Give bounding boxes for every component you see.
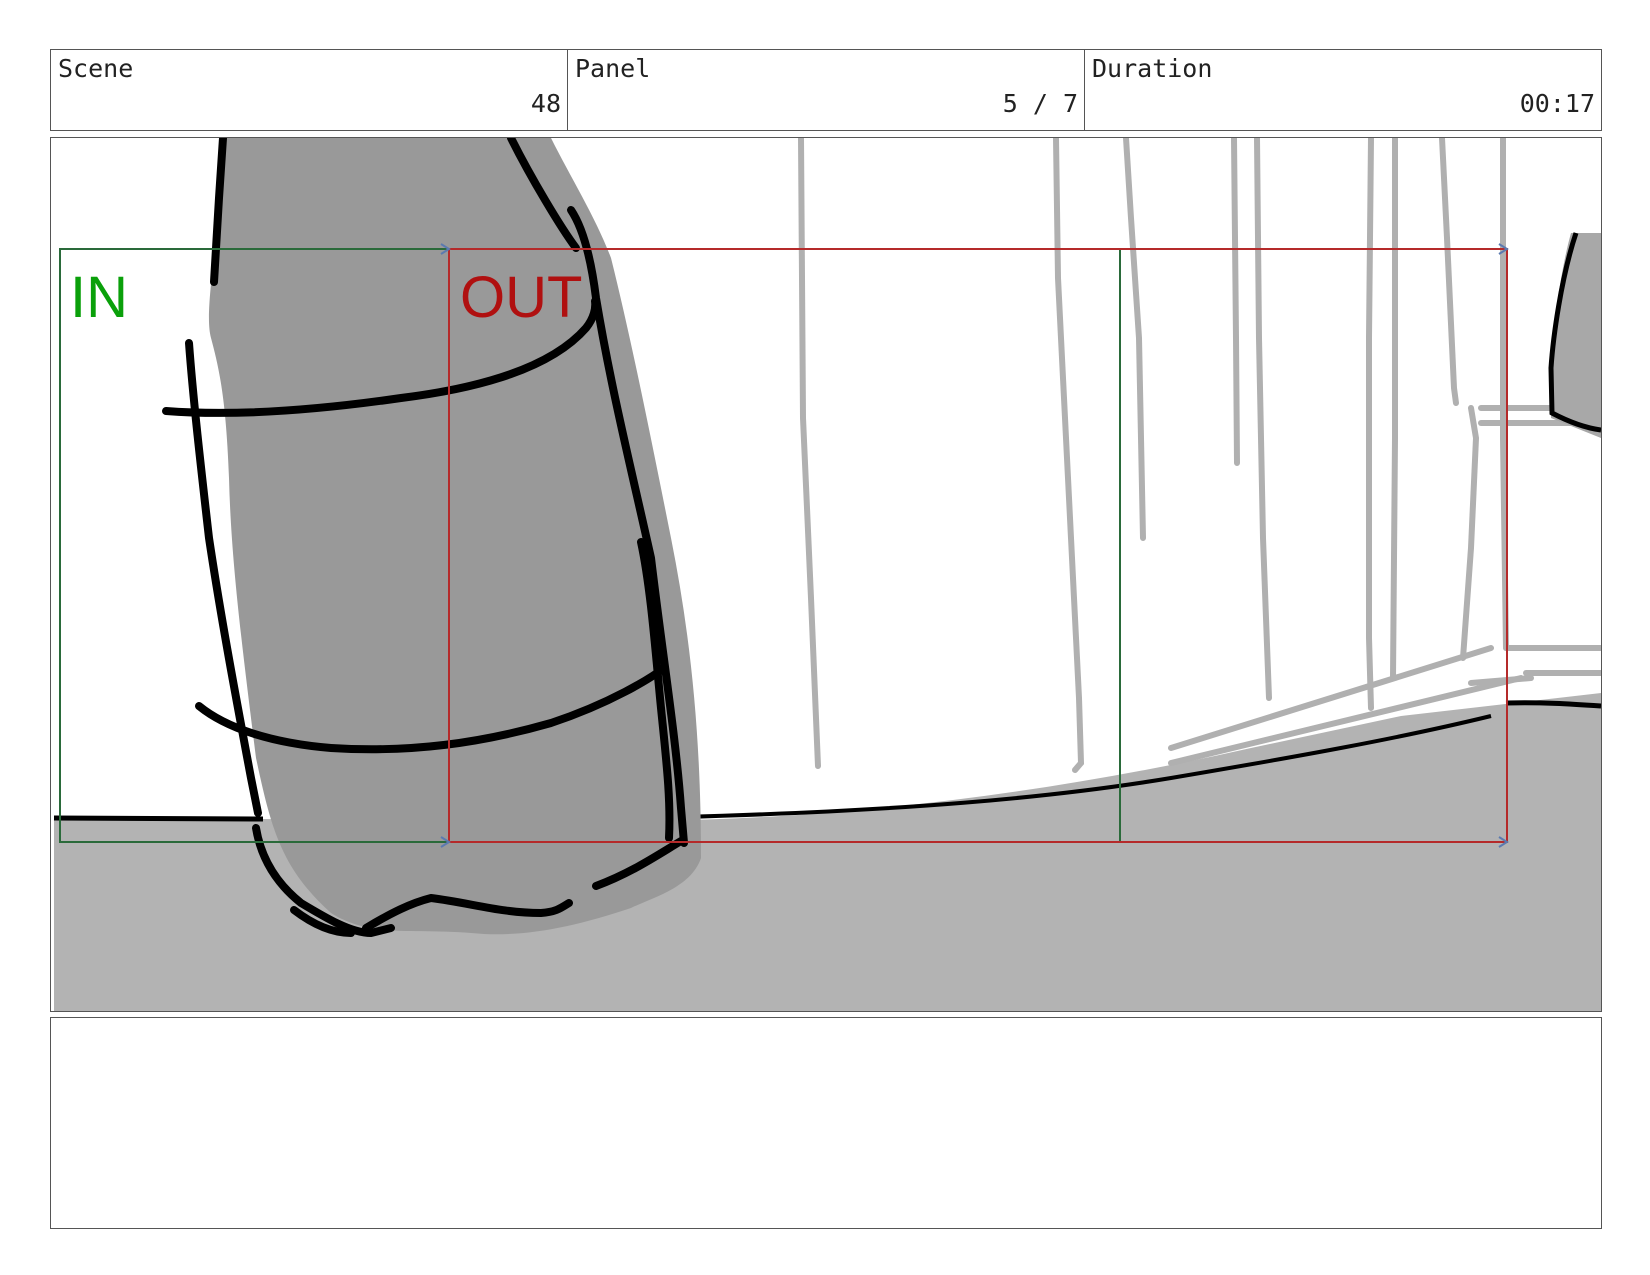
out-label: OUT: [460, 265, 583, 330]
notes-area: [50, 1017, 1602, 1229]
panel-value: 5 / 7: [1002, 89, 1078, 118]
in-label: IN: [70, 265, 128, 330]
panel-cell: Panel 5 / 7: [568, 50, 1085, 130]
scene-value: 48: [530, 89, 561, 118]
panel-label: Panel: [575, 54, 651, 83]
duration-value: 00:17: [1519, 89, 1595, 118]
edge-object: [1551, 233, 1601, 438]
leg-fill: [208, 138, 701, 935]
duration-label: Duration: [1092, 54, 1213, 83]
floor-edge-left: [53, 815, 264, 822]
sketch-drawing: [53, 138, 1601, 1011]
panel-header: Scene 48 Panel 5 / 7 Duration 00:17: [50, 49, 1602, 131]
background-lines: [798, 138, 1601, 773]
storyboard-frame: IN OUT: [50, 137, 1602, 1012]
scene-label: Scene: [58, 54, 134, 83]
duration-cell: Duration 00:17: [1085, 50, 1601, 130]
scene-cell: Scene 48: [51, 50, 568, 130]
